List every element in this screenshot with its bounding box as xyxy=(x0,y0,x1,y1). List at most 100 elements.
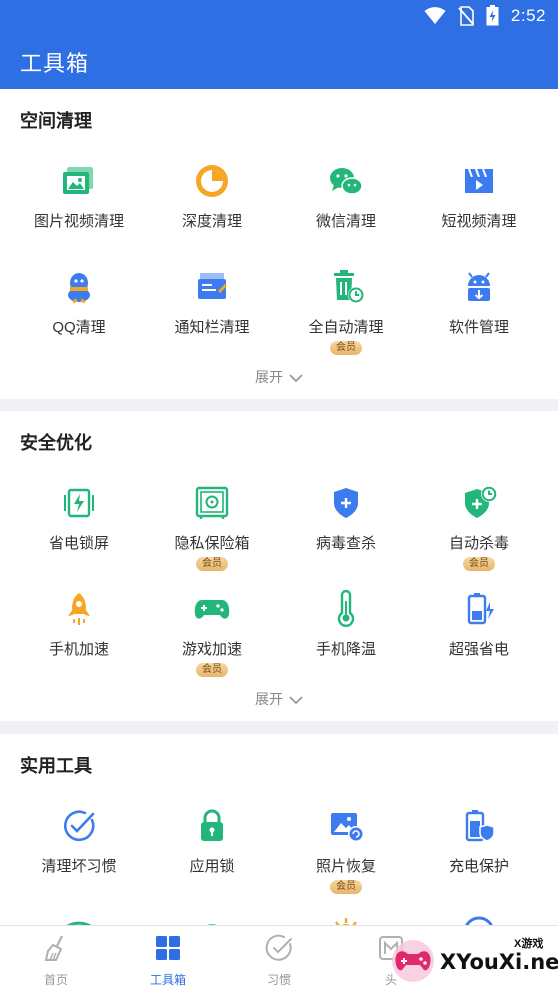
watermark-brand: XYouXi.net xyxy=(440,950,558,974)
section-utilities: 实用工具 清理坏习惯 应用锁 照片恢复 会员 充电保护 xyxy=(0,734,558,925)
expand-button[interactable]: 展开 xyxy=(0,367,558,387)
tool-label: 超强省电 xyxy=(448,641,509,658)
tool-photo-restore[interactable]: 照片恢复 会员 xyxy=(279,806,413,894)
tool-phone-cooling[interactable]: 手机降温 xyxy=(279,589,413,659)
tool-auto-antivirus[interactable]: 自动杀毒 会员 xyxy=(412,483,546,571)
rocket-icon xyxy=(68,593,90,625)
tab-toolbox[interactable]: 工具箱 xyxy=(112,934,224,988)
tool-label: 深度清理 xyxy=(181,213,242,230)
status-bar: 2:52 xyxy=(0,0,558,32)
tab-label: 首页 xyxy=(43,973,68,987)
tab-habit[interactable]: 习惯 xyxy=(223,934,335,988)
grid-icon xyxy=(156,936,180,960)
tool-super-power-save[interactable]: 超强省电 xyxy=(412,589,546,659)
qq-icon xyxy=(68,273,90,304)
section-title: 空间清理 xyxy=(20,111,92,131)
tool-label: 自动杀毒 xyxy=(448,535,509,552)
tool-label: 微信清理 xyxy=(315,213,376,230)
habit-check-icon xyxy=(63,810,95,842)
section-title: 实用工具 xyxy=(20,756,92,776)
padlock-icon xyxy=(201,809,223,841)
vip-badge: 会员 xyxy=(196,663,228,677)
tool-label: 手机降温 xyxy=(315,641,376,658)
photo-restore-icon xyxy=(331,813,364,842)
tool-battery-lock[interactable]: 省电锁屏 xyxy=(12,483,146,553)
speed-icon xyxy=(465,916,493,925)
tool-notification-clean[interactable]: 通知栏清理 xyxy=(145,267,279,337)
pie-chart-icon xyxy=(196,165,228,197)
status-time: 2:52 xyxy=(510,5,546,25)
watermark-tag: X游戏 xyxy=(514,938,544,950)
tool-charge-protect[interactable]: 充电保护 xyxy=(412,806,546,876)
vip-badge: 会员 xyxy=(463,557,495,571)
tool-short-video-clean[interactable]: 短视频清理 xyxy=(412,161,546,231)
tool-label: 省电锁屏 xyxy=(48,535,109,552)
tab-label: 工具箱 xyxy=(149,973,186,987)
tool-app-manager[interactable]: 软件管理 xyxy=(412,267,546,337)
tool-auto-clean[interactable]: 全自动清理 会员 xyxy=(279,267,413,355)
battery-charging-icon xyxy=(486,5,499,26)
expand-label: 展开 xyxy=(255,691,283,707)
chevron-down-icon xyxy=(289,696,303,705)
tool-label: 充电保护 xyxy=(448,858,509,875)
auto-shield-icon xyxy=(465,486,497,518)
tool-label: 清理坏习惯 xyxy=(41,858,117,875)
tool-bad-habit-clean[interactable]: 清理坏习惯 xyxy=(12,806,146,876)
wifi-icon xyxy=(424,6,446,24)
tool-label: QQ清理 xyxy=(52,319,106,336)
tool-label: 短视频清理 xyxy=(441,213,517,230)
tool-label: 软件管理 xyxy=(448,319,509,336)
tool-label: 通知栏清理 xyxy=(174,319,250,336)
expand-button[interactable]: 展开 xyxy=(0,689,558,709)
app-bar: 工具箱 xyxy=(0,32,558,89)
vip-badge: 会员 xyxy=(196,557,228,571)
vip-badge: 会员 xyxy=(330,880,362,894)
tool-qq-clean[interactable]: QQ清理 xyxy=(12,267,146,337)
battery-lock-icon xyxy=(64,488,94,518)
tool-label: 手机加速 xyxy=(48,641,109,658)
watermark-logo xyxy=(392,940,434,982)
tool-game-boost[interactable]: 游戏加速 会员 xyxy=(145,589,279,677)
tool-label: 隐私保险箱 xyxy=(174,535,250,552)
wifi-signal-icon xyxy=(207,924,217,925)
tool-label: 游戏加速 xyxy=(181,641,242,658)
notification-icon xyxy=(198,273,227,299)
tool-phone-boost[interactable]: 手机加速 xyxy=(12,589,146,659)
android-icon xyxy=(468,272,490,301)
section-space-clean: 空间清理 图片视频清理 深度清理 微信清理 短视频清理 QQ清理 通知栏清理 全… xyxy=(0,89,558,399)
no-sim-icon xyxy=(458,5,474,26)
shield-plus-icon xyxy=(334,488,358,518)
charge-protect-icon xyxy=(465,810,495,842)
tool-virus-scan[interactable]: 病毒查杀 xyxy=(279,483,413,553)
wechat-icon xyxy=(330,168,363,195)
auto-clean-icon xyxy=(334,270,364,303)
sun-icon xyxy=(335,918,357,925)
tool-photo-video-clean[interactable]: 图片视频清理 xyxy=(12,161,146,231)
tool-deep-clean[interactable]: 深度清理 xyxy=(145,161,279,231)
section-security: 安全优化 省电锁屏 隐私保险箱 会员 病毒查杀 自动杀毒 会员 手机加速 游戏加… xyxy=(0,411,558,721)
broom-icon xyxy=(44,935,63,961)
vip-badge: 会员 xyxy=(330,341,362,355)
gamepad-icon xyxy=(194,600,230,619)
safe-icon xyxy=(195,486,229,519)
tool-wechat-clean[interactable]: 微信清理 xyxy=(279,161,413,231)
tool-app-lock[interactable]: 应用锁 xyxy=(145,806,279,876)
tool-content[interactable]: 空间清理 图片视频清理 深度清理 微信清理 短视频清理 QQ清理 通知栏清理 全… xyxy=(0,89,558,925)
expand-label: 展开 xyxy=(255,369,283,385)
super-battery-icon xyxy=(467,593,494,625)
tool-label: 病毒查杀 xyxy=(315,535,376,552)
thermometer-icon xyxy=(337,589,355,627)
section-title: 安全优化 xyxy=(20,433,92,453)
tab-label: 习惯 xyxy=(266,973,291,987)
short-video-icon xyxy=(465,168,493,193)
chevron-down-icon xyxy=(289,374,303,383)
tool-label: 图片视频清理 xyxy=(33,213,124,230)
tool-label: 照片恢复 xyxy=(315,858,376,875)
habit-icon xyxy=(265,934,292,961)
tab-home[interactable]: 首页 xyxy=(0,934,112,988)
tool-label: 应用锁 xyxy=(189,858,235,875)
tool-label: 全自动清理 xyxy=(308,319,384,336)
tool-privacy-safe[interactable]: 隐私保险箱 会员 xyxy=(145,483,279,571)
photo-video-icon xyxy=(63,167,93,194)
watermark: X游戏 XYouXi.net xyxy=(388,930,558,988)
